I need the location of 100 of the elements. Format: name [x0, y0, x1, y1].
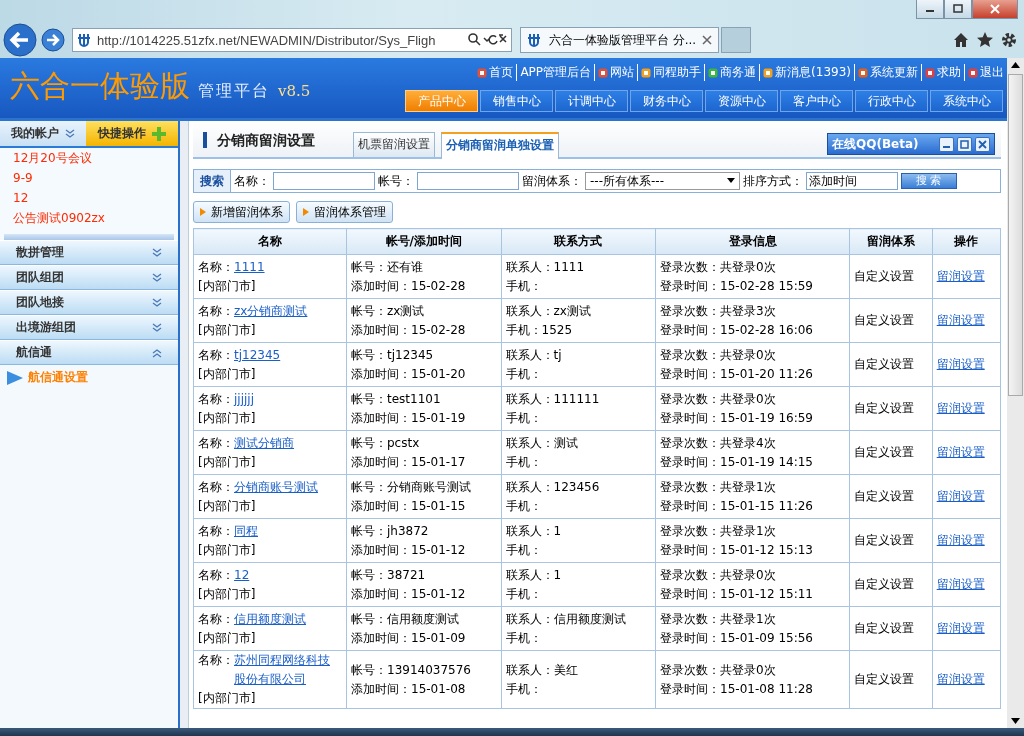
minimize-icon[interactable]: [916, 0, 944, 19]
account-text: 帐号：test1101: [351, 390, 442, 408]
notice-link[interactable]: 公告测试0902zx: [4, 208, 105, 228]
header-link[interactable]: 同程助手: [637, 64, 705, 81]
star-icon[interactable]: [976, 31, 994, 49]
header-link[interactable]: 网站: [594, 64, 638, 81]
name-link[interactable]: 同程: [234, 521, 333, 541]
minimize-icon[interactable]: [939, 136, 954, 152]
home-icon[interactable]: [952, 31, 970, 49]
forward-icon[interactable]: [40, 27, 66, 53]
scroll-down-icon[interactable]: [1011, 718, 1020, 724]
menu-group[interactable]: 团队地接: [0, 290, 178, 315]
address-bar[interactable]: http://1014225.51zfx.net/NEWADMIN/Distributor/Sys_Fligh: [72, 28, 512, 52]
chevron-icon: [152, 297, 162, 308]
close-icon[interactable]: [972, 0, 1018, 19]
header-link[interactable]: 首页: [474, 64, 517, 81]
link-icon: [858, 67, 868, 78]
name-link[interactable]: 1111: [234, 257, 333, 277]
version-text: v8.5: [278, 82, 311, 100]
name-link[interactable]: zx分销商测试: [234, 301, 333, 321]
maximize-icon[interactable]: [944, 0, 972, 19]
header-link[interactable]: 新消息(1393): [759, 64, 854, 81]
name-link[interactable]: 分销商账号测试: [234, 477, 333, 497]
account-text: 帐号：38721: [351, 566, 427, 584]
sort-field[interactable]: 添加时间: [806, 172, 898, 190]
phone-text: 手机：: [505, 585, 543, 603]
page-tab[interactable]: 机票留润设置: [353, 132, 435, 157]
notice-link[interactable]: 12月20号会议: [4, 148, 92, 168]
name-link[interactable]: 测试分销商: [234, 433, 333, 453]
header-link[interactable]: 系统更新: [854, 64, 921, 81]
phone-text: 手机：: [505, 497, 543, 515]
added-date: 添加时间：15-01-12: [351, 585, 467, 603]
plus-icon: [152, 126, 166, 141]
name-label: 名称：: [198, 390, 234, 408]
notice-link[interactable]: 9-9: [4, 168, 33, 188]
nav-tab[interactable]: 系统中心: [930, 90, 1003, 112]
nav-tab[interactable]: 财务中心: [630, 90, 703, 112]
phone-text: 手机：: [505, 629, 543, 647]
name-link[interactable]: 12: [234, 565, 333, 585]
page-tab[interactable]: 分销商留润单独设置: [441, 132, 559, 159]
notice-link[interactable]: 12: [4, 188, 29, 208]
field-label: 帐号：: [378, 172, 414, 190]
header-link[interactable]: 商务通: [704, 64, 760, 81]
name-label: 名称：: [198, 434, 234, 452]
scheme-text: 自定义设置: [854, 577, 915, 591]
login-count: 登录次数：共登录4次: [660, 434, 777, 452]
account-text: 帐号：zx测试: [351, 302, 426, 320]
added-date: 添加时间：15-01-09: [351, 629, 467, 647]
login-count: 登录次数：共登录0次: [660, 346, 777, 364]
menu-group[interactable]: 散拼管理: [0, 240, 178, 265]
nav-tab[interactable]: 计调中心: [555, 90, 628, 112]
nav-tab[interactable]: 行政中心: [855, 90, 928, 112]
quick-actions-tab[interactable]: 快捷操作: [86, 121, 178, 146]
name-field[interactable]: [273, 172, 375, 190]
chevron-icon: [152, 347, 162, 358]
store-text: [内部门市]: [198, 629, 257, 647]
account-field[interactable]: [417, 172, 519, 190]
scheme-text: 自定义设置: [854, 621, 915, 635]
name-link[interactable]: jjjjjj: [234, 389, 333, 409]
column-header: 登录信息: [655, 228, 850, 255]
scheme-text: 自定义设置: [854, 269, 915, 283]
nav-tab[interactable]: 资源中心: [705, 90, 778, 112]
nav-tab[interactable]: 客户中心: [780, 90, 853, 112]
name-label: 名称：: [198, 478, 234, 496]
header-link[interactable]: 求助: [921, 64, 964, 81]
maximize-icon[interactable]: [957, 136, 972, 152]
login-count: 登录次数：共登录0次: [660, 390, 777, 408]
scroll-thumb[interactable]: [1008, 74, 1023, 396]
nav-tab[interactable]: 销售中心: [480, 90, 553, 112]
link-icon: [925, 67, 935, 78]
name-link[interactable]: 信用额度测试: [234, 609, 333, 629]
login-time: 登录时间：15-01-15 11:26: [660, 497, 814, 515]
menu-group[interactable]: 航信通: [0, 340, 178, 365]
phone-text: 手机：: [505, 453, 543, 471]
store-text: [内部门市]: [198, 277, 257, 295]
action-button[interactable]: 留润体系管理: [296, 201, 393, 223]
settings-icon[interactable]: [1000, 31, 1018, 49]
menu-group[interactable]: 出境游组团: [0, 315, 178, 340]
action-button[interactable]: 新增留润体系: [193, 201, 290, 223]
scroll-up-icon[interactable]: [1011, 62, 1020, 68]
contact-text: 联系人：1: [505, 566, 563, 584]
header-link[interactable]: APP管理后台: [516, 64, 595, 81]
account-text: 帐号：信用额度测试: [351, 610, 460, 628]
settings-link[interactable]: 留润设置: [936, 672, 985, 686]
scrollbar[interactable]: [1007, 58, 1024, 728]
chevron-icon: [152, 247, 162, 258]
site-icon: [77, 32, 93, 48]
contact-text: 联系人：1111: [505, 258, 586, 276]
menu-group[interactable]: 团队组团: [0, 265, 178, 290]
address-tools-icon[interactable]: [467, 32, 507, 48]
account-tab[interactable]: 我的帐户: [0, 121, 86, 146]
name-link[interactable]: tj12345: [234, 345, 333, 365]
browser-tab[interactable]: 六合一体验版管理平台 分...: [520, 27, 719, 53]
close-icon[interactable]: [975, 136, 990, 152]
splitter-handle[interactable]: [180, 121, 189, 728]
resize-handle[interactable]: [4, 234, 174, 240]
back-icon[interactable]: [2, 22, 38, 58]
close-icon[interactable]: [702, 35, 712, 45]
name-link[interactable]: 苏州同程网络科技股份有限公司: [234, 651, 333, 689]
scheme-dropdown[interactable]: ---所有体系---: [585, 172, 740, 190]
